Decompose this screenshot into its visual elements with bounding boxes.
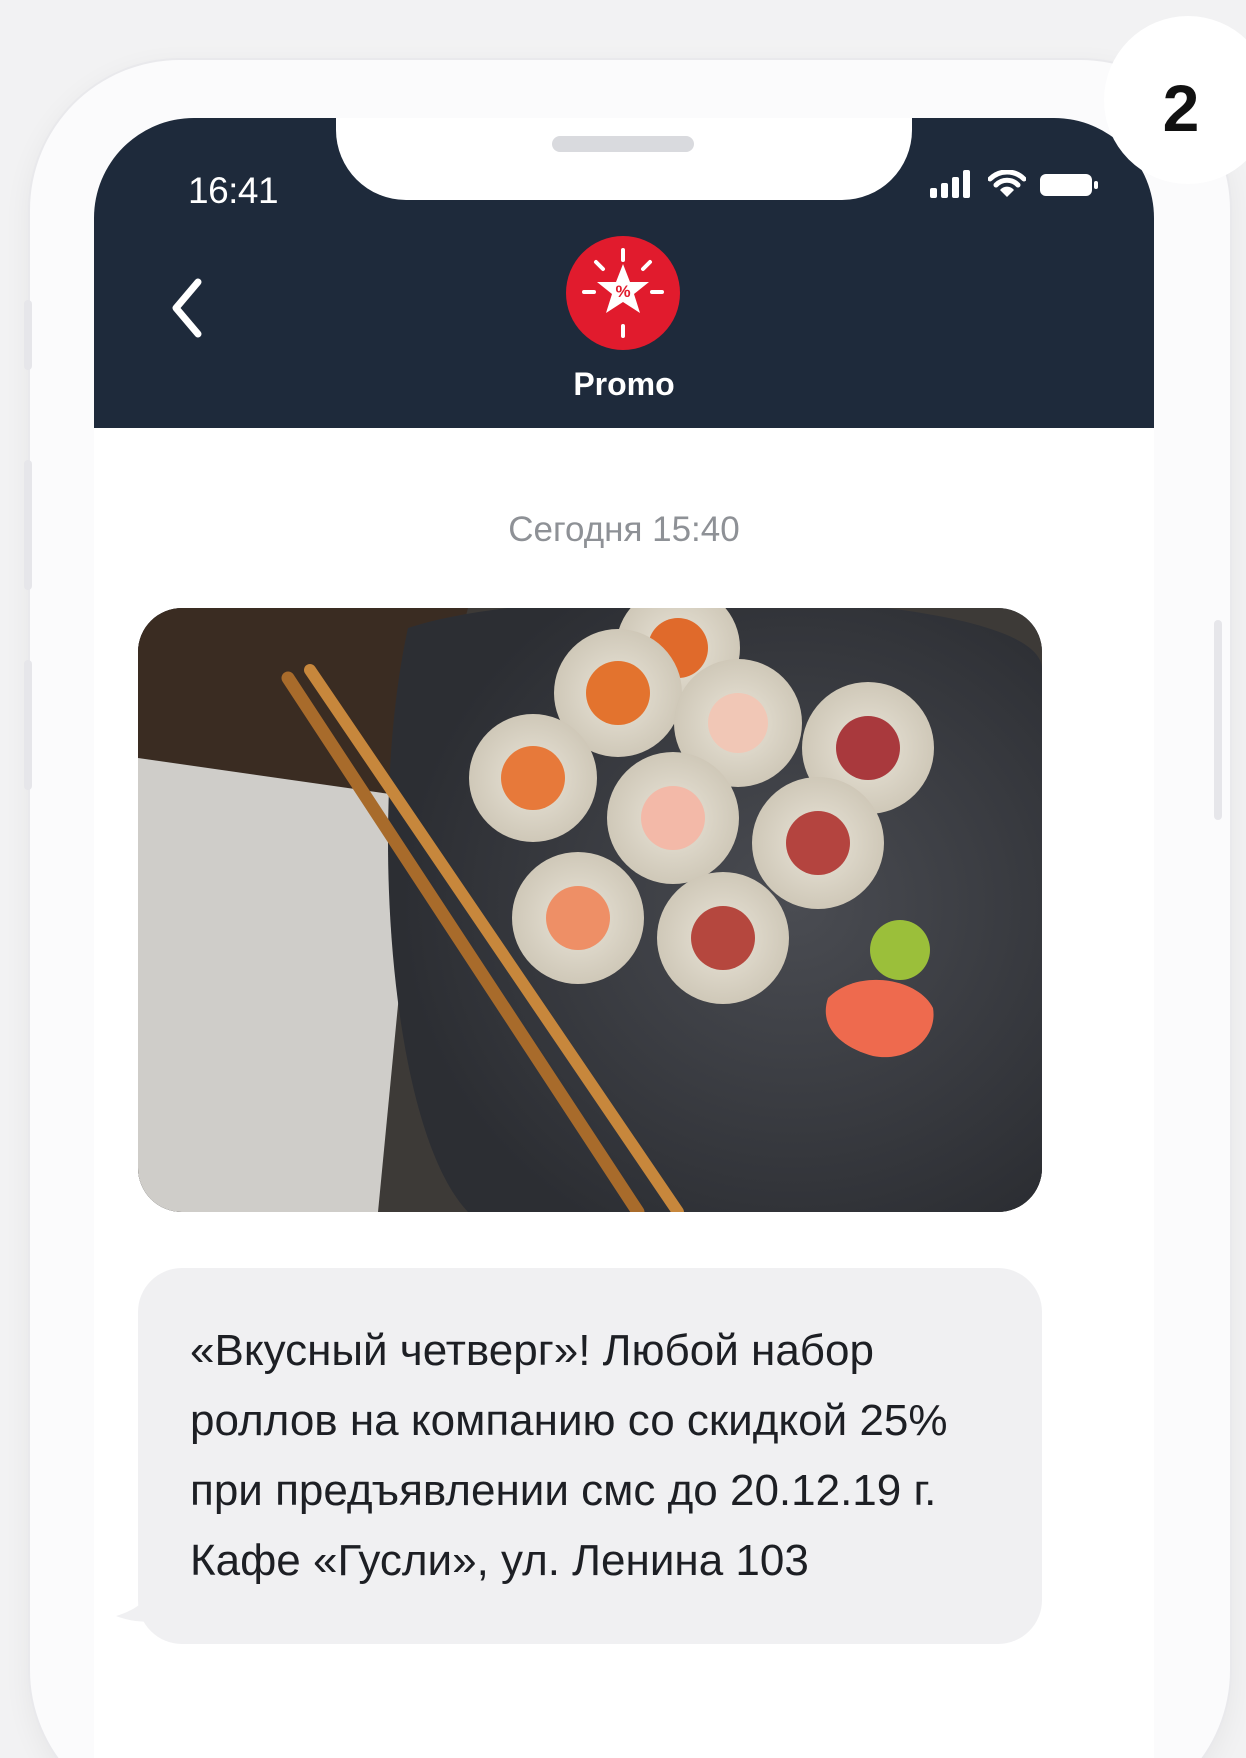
message-timestamp: Сегодня 15:40 xyxy=(508,510,740,549)
status-time: 16:41 xyxy=(188,170,279,211)
svg-text:%: % xyxy=(615,282,630,301)
cellular-signal-icon xyxy=(930,170,974,203)
phone-power-button xyxy=(1214,620,1222,820)
phone-volume-up xyxy=(24,460,32,590)
sender-avatar[interactable]: % xyxy=(566,236,680,350)
step-number: 2 xyxy=(1162,71,1200,145)
wifi-icon xyxy=(987,169,1027,203)
phone-volume-down xyxy=(24,660,32,790)
bubble-tail xyxy=(114,1588,164,1633)
phone-speaker xyxy=(552,136,694,152)
message-line: «Вкусный четверг»! Любой набор xyxy=(190,1326,874,1375)
message-bubble[interactable]: «Вкусный четверг»! Любой набор роллов на… xyxy=(138,1268,1042,1644)
status-icons xyxy=(930,169,1098,203)
message-image[interactable] xyxy=(138,608,1042,1212)
phone-notch xyxy=(336,118,912,200)
battery-icon xyxy=(1040,170,1098,203)
message-line: Кафе «Гусли», ул. Ленина 103 xyxy=(190,1536,809,1585)
phone-side-button xyxy=(24,300,32,370)
star-percent-icon: % xyxy=(566,248,680,354)
sender-name: Promo xyxy=(573,366,675,402)
message-line: при предъявлении смс до 20.12.19 г. xyxy=(190,1466,937,1515)
phone-screen: 16:41 % Promo Сегодня 15:40 «Вкусный чет… xyxy=(94,118,1154,1758)
back-button[interactable] xyxy=(158,268,218,348)
chevron-left-icon xyxy=(158,278,218,352)
message-line: роллов на компанию со скидкой 25% xyxy=(190,1396,948,1445)
